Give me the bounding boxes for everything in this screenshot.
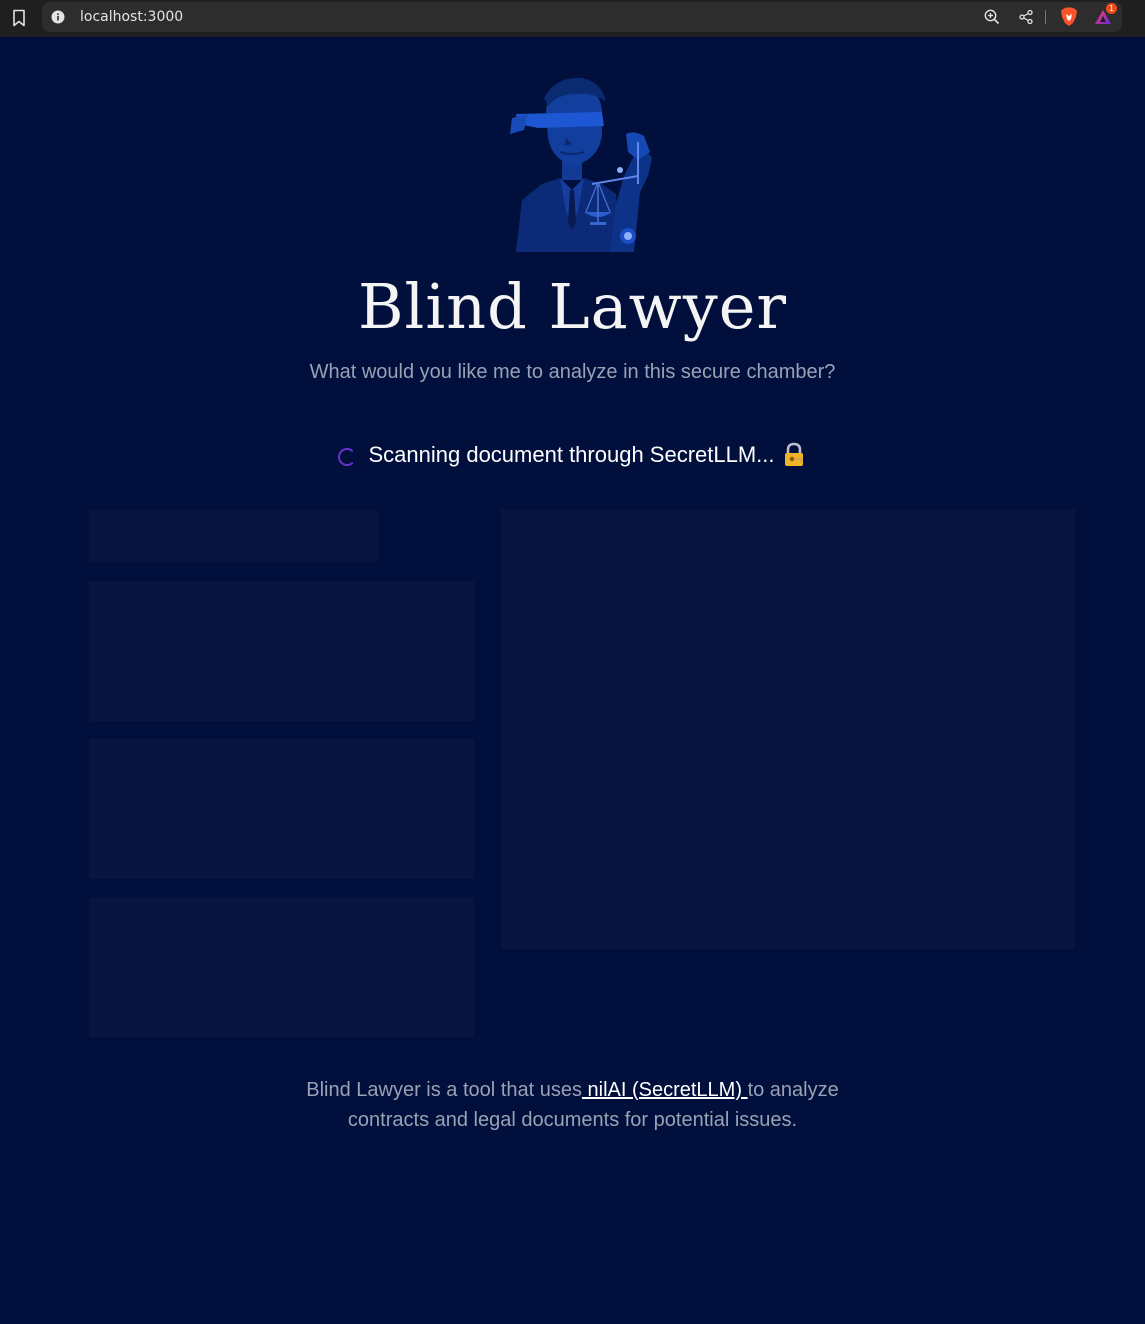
bookmark-icon[interactable] bbox=[8, 7, 30, 29]
browser-toolbar: localhost:3000 1 bbox=[0, 0, 1145, 37]
skeleton-document-preview bbox=[501, 510, 1075, 949]
info-icon[interactable] bbox=[51, 10, 65, 24]
nilai-link[interactable]: nilAI (SecretLLM) bbox=[582, 1079, 748, 1101]
address-bar[interactable]: localhost:3000 1 bbox=[42, 2, 1122, 32]
page-subtitle: What would you like me to analyze in thi… bbox=[309, 361, 836, 383]
loading-spinner-icon bbox=[338, 448, 357, 466]
skeleton-card-placeholder bbox=[89, 581, 474, 721]
footer-description: Blind Lawyer is a tool that uses nilAI (… bbox=[283, 1075, 863, 1135]
skeleton-card-placeholder bbox=[89, 898, 474, 1037]
blind-lawyer-logo bbox=[498, 72, 664, 252]
skeleton-card-placeholder bbox=[89, 739, 474, 879]
footer: Blind Lawyer is a tool that uses nilAI (… bbox=[0, 1075, 1145, 1135]
page-title: Blind Lawyer bbox=[357, 270, 788, 343]
skeleton-header-placeholder bbox=[89, 510, 378, 562]
address-bar-actions: 1 bbox=[969, 3, 1117, 28]
share-icon[interactable] bbox=[1015, 6, 1037, 28]
url-text[interactable]: localhost:3000 bbox=[80, 9, 183, 25]
scan-status-text: Scanning document through SecretLLM... bbox=[368, 442, 775, 467]
rewards-badge: 1 bbox=[1106, 3, 1117, 14]
locked-with-key-icon bbox=[781, 442, 807, 468]
scan-status: Scanning document through SecretLLM... bbox=[0, 442, 1145, 468]
brave-lion-icon[interactable] bbox=[1058, 6, 1080, 28]
toolbar-separator bbox=[1045, 10, 1046, 24]
brave-rewards-icon[interactable]: 1 bbox=[1092, 3, 1117, 28]
zoom-icon[interactable] bbox=[981, 6, 1003, 28]
footer-text-before: Blind Lawyer is a tool that uses bbox=[306, 1079, 582, 1101]
